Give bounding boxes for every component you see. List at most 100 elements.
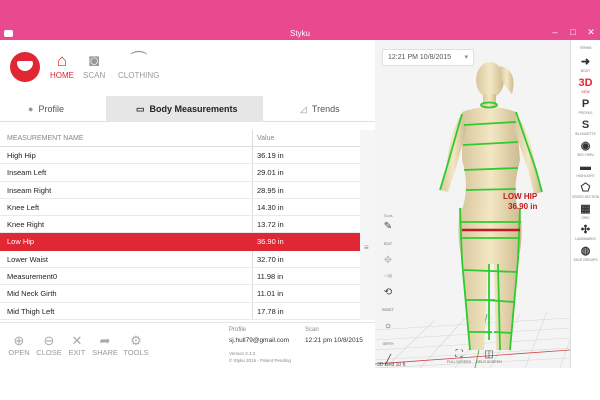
circle-icon: ○: [384, 321, 392, 332]
column-header-name[interactable]: MEASUREMENT NAME: [7, 135, 84, 142]
measurement-name: Mid Neck Girth: [7, 289, 57, 299]
nav-clothing[interactable]: ⏜ CLOTHING: [118, 51, 159, 80]
views-sidebar: Views ➜ BODY 3D VIEW P PROFILE S SILHOUETTE ◉ SEE…: [570, 40, 600, 368]
view-body[interactable]: ➜ BODY: [571, 56, 600, 77]
minimize-icon[interactable]: –: [548, 27, 562, 37]
scan-label: Scan: [305, 327, 319, 333]
exit-button[interactable]: ✕ EXIT: [62, 333, 92, 357]
measurement-name: Lower Waist: [7, 254, 48, 264]
table-row[interactable]: Knee Right 13.72 in: [0, 216, 360, 234]
pentagon-icon: ⬠: [580, 182, 591, 194]
column-header-value[interactable]: Value: [257, 135, 274, 142]
view-silhouette[interactable]: S SILHOUETTE: [571, 119, 600, 140]
table-row[interactable]: Mid Neck Girth 11.01 in: [0, 285, 360, 303]
globe-icon: ◍: [580, 245, 591, 257]
forward-tool[interactable]: ⇥: [379, 271, 397, 282]
measurement-value: 36.19 in: [257, 151, 284, 160]
view-profile[interactable]: P PROFILE: [571, 98, 600, 119]
close-icon: ✕: [71, 333, 83, 348]
split-screen-icon: ◫: [484, 349, 494, 360]
home-icon: ⌂: [56, 51, 68, 70]
profile-icon: P: [581, 98, 590, 110]
measurement-value: 11.98 in: [257, 272, 284, 282]
profile-label: Profile: [229, 327, 247, 333]
measurement-name: Measurement0: [7, 272, 58, 282]
nav-scan[interactable]: ◙ SCAN: [83, 51, 105, 80]
hanger-icon: ⏜: [130, 51, 147, 70]
arrow-icon: ➜: [580, 56, 591, 68]
tape-icon: ▬: [580, 161, 591, 173]
maximize-icon[interactable]: □: [566, 27, 580, 37]
fullscreen-button[interactable]: ⛶ FULL SCREEN: [445, 349, 473, 364]
person-icon: ●: [28, 104, 34, 114]
view-see-thru[interactable]: ◉ SEE-THRU: [571, 140, 600, 161]
table-row[interactable]: Inseam Left 29.01 in: [0, 164, 360, 182]
3d-icon: 3D: [578, 77, 593, 89]
edit-tool[interactable]: ✎ EDIT: [379, 221, 397, 250]
share-icon: ➦: [99, 333, 111, 348]
measurement-callout-label: LOW HIP: [503, 192, 538, 201]
measurement-name: Inseam Right: [7, 185, 52, 195]
tab-profile[interactable]: ● Profile: [28, 96, 98, 122]
move-icon: ✥: [383, 255, 393, 266]
split-screen-button[interactable]: ◫ SPLIT SCREEN: [475, 349, 503, 364]
table-row[interactable]: Lower Waist 32.70 in: [0, 251, 360, 269]
tools-label: Tools: [383, 213, 393, 218]
close-button[interactable]: ⊖ CLOSE: [34, 333, 64, 357]
window-title: Styku: [289, 29, 310, 38]
tab-bar: ● Profile ▭ Body Measurements ◿ Trends: [0, 96, 375, 122]
title-bar: Styku – □ ✕: [0, 0, 600, 40]
view-grid[interactable]: ▦ GRID: [571, 203, 600, 224]
measurement-name: High Hip: [7, 151, 36, 160]
view-view[interactable]: 3D VIEW: [571, 77, 600, 98]
measurement-name: Mid Thigh Left: [7, 306, 55, 316]
resize-grip-icon[interactable]: ≡: [364, 243, 369, 252]
tools-button[interactable]: ⚙ TOOLS: [121, 333, 151, 357]
scan-value: 12:21 pm 10/8/2015: [305, 337, 363, 344]
measurement-value: 17.78 in: [257, 306, 284, 316]
chart-icon: ◿: [300, 104, 307, 114]
views-label: Views: [579, 45, 592, 50]
open-button[interactable]: ⊕ OPEN: [4, 333, 34, 357]
girth-tool[interactable]: ○ GIRTH: [379, 321, 397, 350]
desktop-area: [0, 368, 600, 400]
pencil-icon: ✎: [383, 221, 393, 232]
tape-measure-icon: ▭: [136, 104, 145, 114]
reset-tool[interactable]: ⟲ RESET: [379, 287, 397, 316]
copyright-text: © Styku 2015 - Patent Pending: [229, 358, 291, 363]
table-row[interactable]: High Hip 36.19 in: [0, 147, 360, 165]
measurement-callout-value: 36.90 in: [508, 202, 537, 211]
reset-icon: ⟲: [383, 287, 393, 298]
view-landmarks[interactable]: ✣ LANDMARKS: [571, 224, 600, 245]
table-row[interactable]: Mid Thigh Left 17.78 in: [0, 303, 360, 320]
measurement-value: 36.90 in: [257, 237, 284, 247]
table-row[interactable]: Inseam Right 28.95 in: [0, 182, 360, 199]
nav-home[interactable]: ⌂ HOME: [50, 51, 74, 80]
measurement-table: High Hip 36.19 in Inseam Left 29.01 in Insea…: [0, 147, 360, 320]
view-face-groups[interactable]: ◍ FACE GROUPS: [571, 245, 600, 266]
remove-user-icon: ⊖: [43, 333, 55, 348]
add-user-icon: ⊕: [13, 333, 25, 348]
share-button[interactable]: ➦ SHARE: [90, 333, 120, 357]
measurement-name: Knee Left: [7, 202, 40, 212]
view-cross-section[interactable]: ⬠ CROSS SECTION: [571, 182, 600, 203]
measurement-name: Low Hip: [7, 237, 35, 247]
view-highlight[interactable]: ▬ HIGHLIGHT: [571, 161, 600, 182]
tab-trends[interactable]: ◿ Trends: [300, 96, 360, 122]
table-row[interactable]: Low Hip 36.90 in: [0, 233, 360, 251]
table-row[interactable]: Knee Left 14.30 in: [0, 199, 360, 217]
table-scrollbar[interactable]: [360, 130, 375, 320]
table-header: MEASUREMENT NAME Value: [0, 130, 360, 147]
measurement-name: Knee Right: [7, 220, 45, 230]
move-tool[interactable]: ✥: [379, 255, 397, 266]
measurement-value: 13.72 in: [257, 220, 284, 230]
camera-icon: ◙: [88, 51, 100, 70]
measurement-value: 32.70 in: [257, 254, 284, 264]
gear-icon: ⚙: [130, 333, 142, 348]
body-scan-model[interactable]: LOW HIP 36.90 in: [400, 50, 570, 360]
landmark-icon: ✣: [580, 224, 591, 236]
table-row[interactable]: Measurement0 11.98 in: [0, 268, 360, 286]
tab-body-measurements[interactable]: ▭ Body Measurements: [106, 96, 263, 122]
close-window-icon[interactable]: ✕: [584, 27, 598, 38]
measurement-value: 14.30 in: [257, 202, 284, 212]
